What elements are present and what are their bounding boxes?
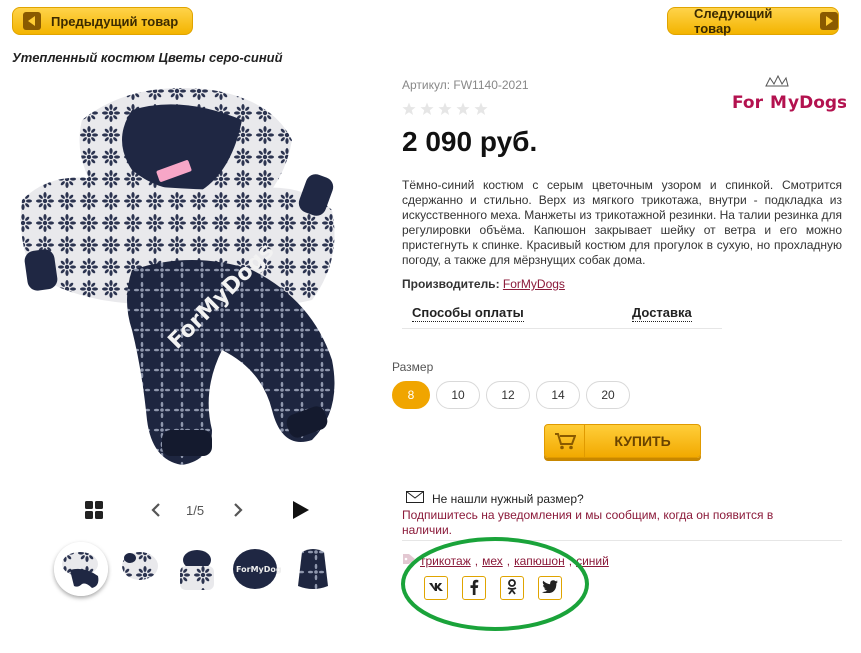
svg-text:yDogs: yDogs <box>788 93 846 113</box>
size-option-10[interactable]: 10 <box>436 381 480 409</box>
tag-icon <box>402 553 416 568</box>
arrow-left-icon <box>23 12 41 30</box>
tag-link[interactable]: мех <box>482 554 503 568</box>
thumbnail-2[interactable] <box>112 542 166 596</box>
vk-icon <box>428 581 444 595</box>
size-notify-block: Не нашли нужный размер? Подпишитесь на у… <box>402 491 822 538</box>
gallery-counter: 1/5 <box>186 502 205 518</box>
cart-icon <box>545 425 585 457</box>
play-icon[interactable] <box>292 498 312 522</box>
star-icon[interactable] <box>402 102 416 116</box>
notify-divider <box>402 540 842 541</box>
page-title: Утепленный костюм Цветы серо-синий <box>12 50 283 65</box>
tag-link[interactable]: синий <box>576 554 609 568</box>
size-option-20[interactable]: 20 <box>586 381 630 409</box>
facebook-share-button[interactable] <box>462 576 486 600</box>
twitter-share-button[interactable] <box>538 576 562 600</box>
tag-link[interactable]: трикотаж <box>420 554 471 568</box>
arrow-right-icon <box>820 12 838 30</box>
prev-product-label: Предыдущий товар <box>51 13 179 29</box>
thumbnail-4[interactable]: ForMyDogs <box>228 542 282 596</box>
star-icon[interactable] <box>420 102 434 116</box>
thumbnail-strip: ForMyDogs <box>54 542 340 596</box>
rating-stars[interactable] <box>402 102 488 116</box>
article-number: Артикул: FW1140-2021 <box>402 78 529 92</box>
buy-label: КУПИТЬ <box>614 433 671 449</box>
thumbnail-5[interactable] <box>286 542 340 596</box>
buy-button[interactable]: КУПИТЬ <box>544 424 701 458</box>
size-selector: 8 10 12 14 20 <box>392 381 630 409</box>
tag-link[interactable]: капюшон <box>514 554 565 568</box>
star-icon[interactable] <box>438 102 452 116</box>
next-product-label: Следующий товар <box>694 6 773 36</box>
facebook-icon <box>469 579 479 598</box>
odnoklassniki-share-button[interactable] <box>500 576 524 600</box>
product-image[interactable]: ForMyDogs <box>12 80 380 472</box>
star-icon[interactable] <box>474 102 488 116</box>
prev-product-button[interactable]: Предыдущий товар <box>12 7 193 35</box>
size-option-12[interactable]: 12 <box>486 381 530 409</box>
tab-payment-methods[interactable]: Способы оплаты <box>412 305 524 322</box>
odnoklassniki-icon <box>506 578 518 598</box>
gallery-next-icon[interactable] <box>232 498 246 522</box>
svg-text:M: M <box>770 93 787 113</box>
tab-delivery[interactable]: Доставка <box>632 305 692 322</box>
next-product-button[interactable]: Следующий товар <box>667 6 839 36</box>
grid-view-icon[interactable] <box>84 498 104 522</box>
social-share <box>424 576 562 600</box>
tabs-divider <box>402 328 722 329</box>
tags-row: трикотаж, мех, капюшон, синий <box>402 553 609 568</box>
envelope-icon[interactable] <box>406 491 424 507</box>
manufacturer-link[interactable]: ForMyDogs <box>503 277 565 291</box>
thumbnail-1[interactable] <box>54 542 108 596</box>
svg-text:For: For <box>732 93 764 113</box>
thumbnail-3[interactable] <box>170 542 224 596</box>
product-description: Тёмно-синий костюм с серым цветочным узо… <box>402 178 843 267</box>
vk-share-button[interactable] <box>424 576 448 600</box>
star-icon[interactable] <box>456 102 470 116</box>
manufacturer-row: Производитель: ForMyDogs <box>402 277 565 291</box>
size-label: Размер <box>392 360 434 374</box>
svg-text:ForMyDogs: ForMyDogs <box>236 565 282 574</box>
gallery-prev-icon[interactable] <box>150 498 164 522</box>
twitter-icon <box>542 580 558 596</box>
product-price: 2 090 руб. <box>402 126 538 157</box>
manufacturer-label: Производитель: <box>402 277 500 291</box>
brand-logo[interactable]: For M yDogs <box>730 74 846 118</box>
notify-subscribe-link[interactable]: Подпишитесь на уведомления и мы сообщим,… <box>402 508 822 538</box>
size-option-14[interactable]: 14 <box>536 381 580 409</box>
notify-title: Не нашли нужный размер? <box>432 491 584 506</box>
size-option-8[interactable]: 8 <box>392 381 430 409</box>
